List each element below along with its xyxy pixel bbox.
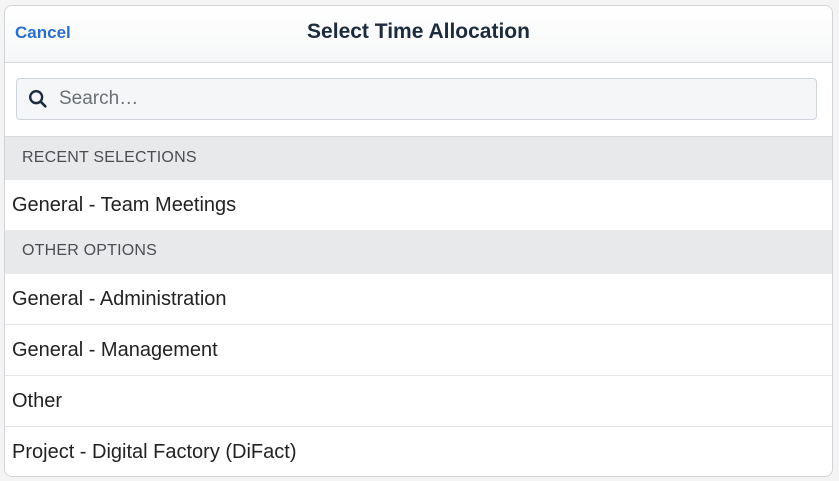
list-item-general-team-meetings[interactable]: General - Team Meetings [5, 180, 832, 231]
list-item-other[interactable]: Other [5, 376, 832, 427]
search-input[interactable] [59, 79, 799, 119]
list-item-general-management[interactable]: General - Management [5, 325, 832, 376]
section-header-other: OTHER OPTIONS [5, 230, 832, 274]
section-header-recent: RECENT SELECTIONS [5, 136, 832, 180]
search-icon [29, 90, 47, 108]
dialog-header: Cancel Select Time Allocation [5, 6, 832, 63]
search-box[interactable] [16, 78, 817, 120]
time-allocation-dialog: Cancel Select Time Allocation RECENT SEL… [4, 5, 833, 477]
dialog-title: Select Time Allocation [307, 20, 530, 43]
list-item-general-administration[interactable]: General - Administration [5, 274, 832, 325]
list-item-project-digital-factory[interactable]: Project - Digital Factory (DiFact) [5, 427, 832, 476]
